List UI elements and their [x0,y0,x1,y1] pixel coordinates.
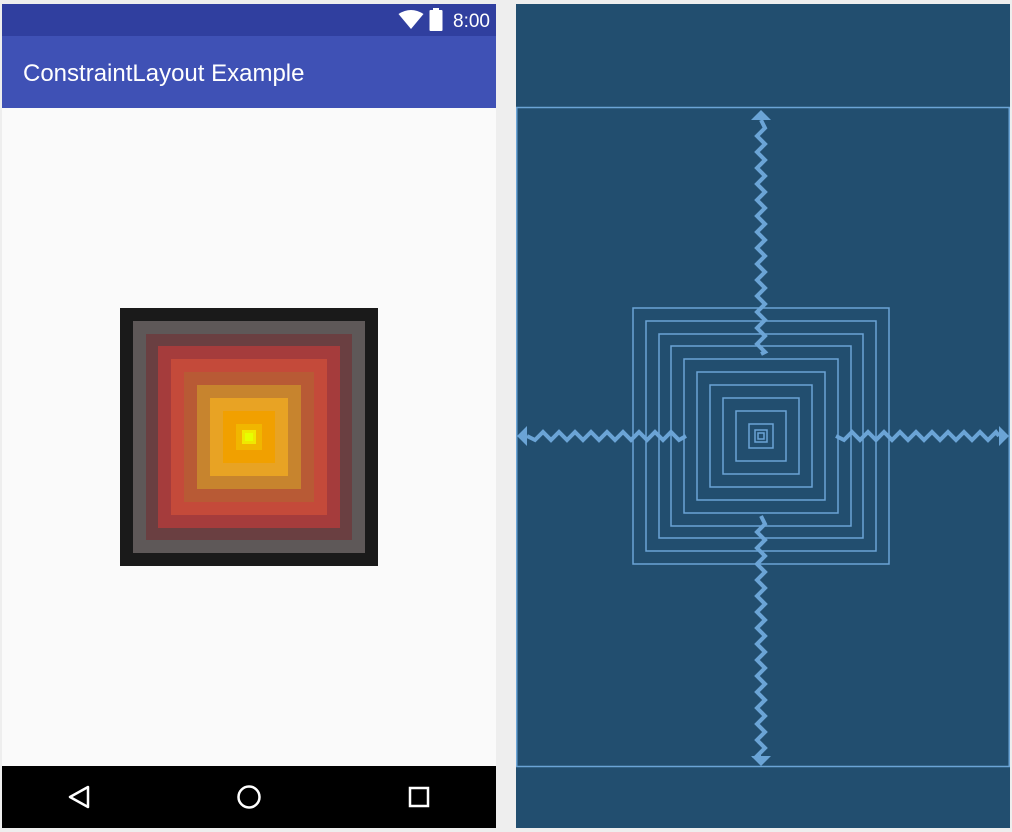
square-12 [245,433,253,441]
wifi-icon [398,10,424,29]
blueprint-square-3 [658,333,864,539]
constraint-spring-left [526,429,687,443]
blueprint-square-11 [754,429,768,443]
blueprint-view [516,4,1010,828]
recents-square-icon[interactable] [405,783,433,811]
blueprint-square-12 [757,432,765,440]
blueprint-square-5 [683,358,839,514]
app-bar: ConstraintLayout Example [2,36,496,108]
constraint-arrow-top-icon [751,110,771,120]
battery-icon [429,8,443,31]
constraint-arrow-left-icon [517,426,527,446]
constraint-spring-right [835,428,1001,443]
home-circle-icon[interactable] [235,783,263,811]
constraint-arrow-right-icon [999,426,1009,446]
blueprint-square-4 [670,345,852,527]
device-screen: 8:00 ConstraintLayout Example [2,4,496,828]
constraint-arrow-bottom-icon [751,756,771,766]
blueprint-square-6 [696,371,826,501]
nested-squares [120,308,378,566]
status-bar: 8:00 [2,4,496,36]
blueprint-square-10 [748,423,774,449]
blueprint-square-9 [735,410,787,462]
navigation-bar [2,766,496,828]
blueprint-square-7 [709,384,813,488]
app-title: ConstraintLayout Example [23,60,305,87]
constraint-spring-bottom [752,515,768,758]
content-area [2,108,496,766]
blueprint-square-8 [722,397,800,475]
status-time: 8:00 [453,11,490,32]
back-triangle-icon[interactable] [66,783,92,811]
constraint-spring-top [754,119,769,356]
